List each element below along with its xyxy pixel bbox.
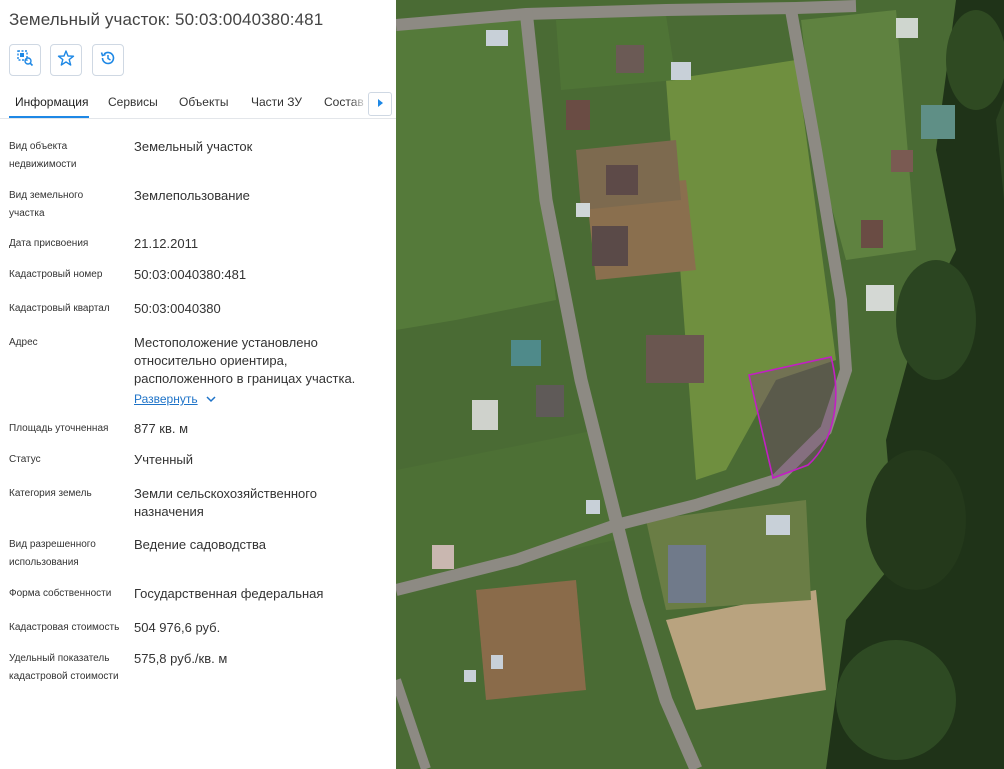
field-label: Вид объекта недвижимости	[9, 141, 77, 170]
history-button[interactable]	[92, 44, 124, 76]
tabs-scroll-right-button[interactable]	[368, 92, 392, 116]
field-value: Земельный участок	[134, 139, 253, 154]
field-value: Учтенный	[134, 452, 194, 467]
page-title: Земельный участок: 50:03:0040380:481	[9, 10, 324, 29]
locate-icon	[16, 49, 34, 72]
field-label: Вид разрешенного использования	[9, 539, 96, 568]
field-label: Адрес	[9, 337, 38, 348]
tab-bar: Информация Сервисы Объекты Части ЗУ Сост…	[0, 86, 396, 119]
expand-address-link[interactable]: Развернуть	[134, 392, 216, 406]
chevron-down-icon	[198, 392, 216, 406]
field-value: Государственная федеральная	[134, 586, 324, 601]
field-label: Вид земельного участка	[9, 190, 84, 219]
field-value: 877 кв. м	[134, 421, 189, 436]
field-label: Кадастровый номер	[9, 269, 103, 280]
field-value: Местоположение установлено относительно …	[134, 335, 356, 386]
caret-right-icon	[376, 95, 384, 113]
field-label: Площадь уточненная	[9, 423, 109, 434]
satellite-map[interactable]	[396, 0, 1004, 769]
field-value: 50:03:0040380	[134, 301, 221, 316]
locate-on-map-button[interactable]	[9, 44, 41, 76]
field-label: Кадастровый квартал	[9, 303, 110, 314]
field-value: 504 976,6 руб.	[134, 620, 221, 635]
field-value: Землепользование	[134, 188, 250, 203]
field-label: Кадастровая стоимость	[9, 622, 120, 633]
history-icon	[99, 49, 117, 72]
expand-label: Развернуть	[134, 392, 198, 406]
tab-parts[interactable]: Части ЗУ	[251, 95, 302, 109]
tab-services[interactable]: Сервисы	[108, 95, 158, 109]
info-panel: Земельный участок: 50:03:0040380:481 Инф…	[0, 0, 396, 769]
field-value: 575,8 руб./кв. м	[134, 651, 228, 666]
field-label: Дата присвоения	[9, 238, 89, 249]
favorite-button[interactable]	[50, 44, 82, 76]
field-label: Статус	[9, 454, 41, 465]
field-label: Форма собственности	[9, 588, 112, 599]
field-value: Ведение садоводства	[134, 537, 266, 552]
active-tab-indicator	[9, 116, 89, 118]
field-value: Земли сельскохозяйственного назначения	[134, 486, 317, 519]
tabs-fade	[350, 86, 368, 118]
field-label: Категория земель	[9, 488, 92, 499]
star-icon	[57, 49, 75, 72]
field-label: Удельный показатель кадастровой стоимост…	[9, 653, 119, 682]
field-value: 50:03:0040380:481	[134, 267, 247, 282]
tab-information[interactable]: Информация	[15, 95, 88, 109]
tab-objects[interactable]: Объекты	[179, 95, 229, 109]
field-value: 21.12.2011	[134, 236, 199, 251]
